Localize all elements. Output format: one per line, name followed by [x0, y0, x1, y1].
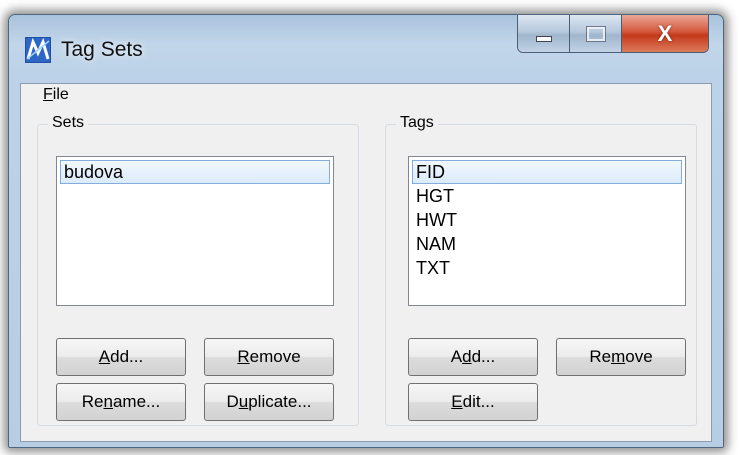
sets-group: Sets budova Add... Remove Rename... Dupl… — [37, 114, 359, 426]
tags-list-item[interactable]: FID — [412, 160, 682, 184]
sets-rename-button[interactable]: Rename... — [56, 383, 186, 421]
tags-remove-button[interactable]: Remove — [556, 338, 686, 376]
menu-bar: File — [21, 84, 711, 106]
maximize-icon — [585, 25, 606, 42]
maximize-button[interactable] — [570, 15, 622, 52]
tags-add-button[interactable]: Add... — [408, 338, 538, 376]
sets-add-button-label: Add... — [98, 347, 144, 366]
caption-buttons: X — [517, 15, 709, 53]
close-button[interactable]: X — [622, 15, 708, 52]
dialog-client-area: File Sets budova Add... Remove Rename...… — [20, 83, 712, 442]
menu-file[interactable]: File — [43, 86, 69, 104]
title-bar[interactable]: Tag Sets X — [9, 15, 723, 75]
sets-remove-button[interactable]: Remove — [204, 338, 334, 376]
tags-edit-button[interactable]: Edit... — [408, 383, 538, 421]
tags-add-button-label: Add... — [450, 347, 496, 366]
tags-edit-button-label: Edit... — [451, 392, 495, 411]
sets-list-item-budova[interactable]: budova — [60, 160, 330, 184]
tags-list[interactable]: FID HGT HWT NAM TXT — [408, 156, 686, 306]
sets-duplicate-button[interactable]: Duplicate... — [204, 383, 334, 421]
menu-file-label: ile — [52, 86, 69, 103]
microstation-icon — [25, 37, 51, 63]
sets-add-button[interactable]: Add... — [56, 338, 186, 376]
minimize-button[interactable] — [518, 15, 570, 52]
sets-group-label: Sets — [48, 114, 89, 132]
minimize-icon — [535, 35, 552, 42]
close-icon: X — [657, 20, 673, 46]
tags-list-item[interactable]: HWT — [412, 208, 682, 232]
tags-group-label: Tags — [396, 114, 438, 132]
sets-duplicate-button-label: Duplicate... — [226, 392, 312, 411]
tags-list-item[interactable]: HGT — [412, 184, 682, 208]
sets-remove-button-label: Remove — [237, 347, 301, 366]
tags-group: Tags FID HGT HWT NAM TXT Add... Remove E… — [385, 114, 697, 426]
tags-list-item[interactable]: NAM — [412, 232, 682, 256]
tags-remove-button-label: Remove — [589, 347, 653, 366]
menu-file-accelerator: F — [43, 86, 53, 103]
tags-list-item[interactable]: TXT — [412, 256, 682, 280]
window-title: Tag Sets — [61, 38, 143, 61]
tag-sets-window: Tag Sets X File Sets budova Add... Remov… — [8, 14, 724, 448]
sets-list[interactable]: budova — [56, 156, 334, 306]
sets-rename-button-label: Rename... — [81, 392, 161, 411]
